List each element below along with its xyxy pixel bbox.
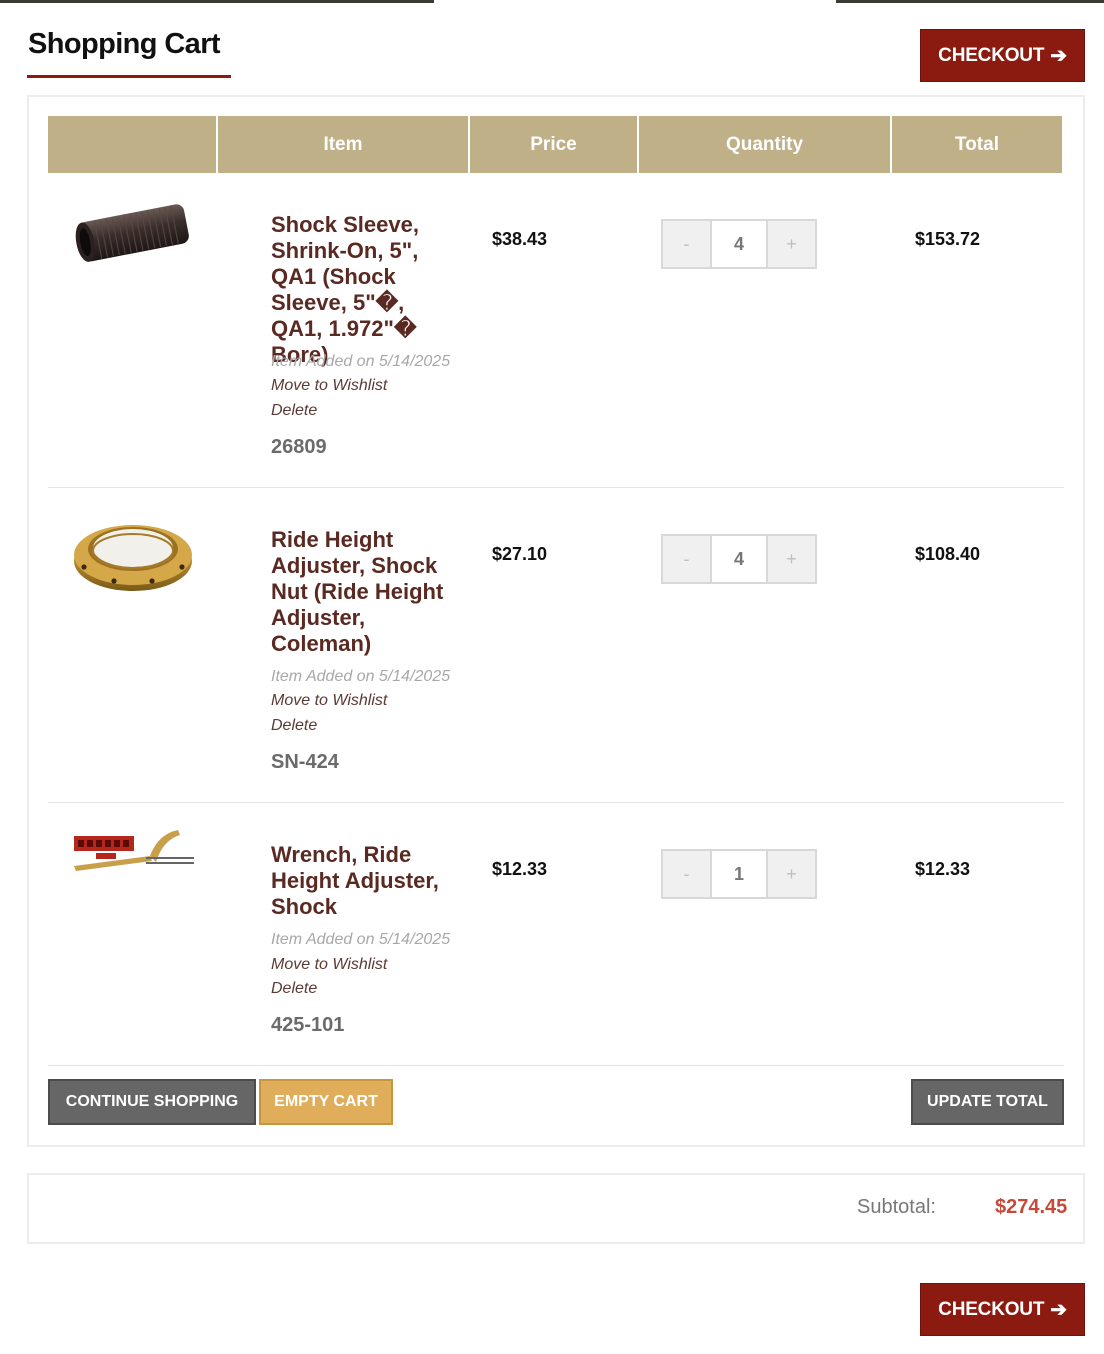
move-to-wishlist-link[interactable]: Move to Wishlist	[271, 377, 387, 395]
increase-quantity-button[interactable]: +	[766, 849, 817, 899]
item-added-date: Item Added on 5/14/2025	[271, 353, 451, 370]
arrow-right-icon: ➔	[1050, 1299, 1067, 1321]
decrease-quantity-button[interactable]: -	[661, 219, 712, 269]
continue-shopping-button[interactable]: CONTINUE SHOPPING	[48, 1079, 256, 1125]
shock-nut-icon	[74, 525, 192, 591]
quantity-stepper: - 1 +	[661, 849, 819, 899]
top-border-right	[836, 0, 1104, 3]
item-added-date: Item Added on 5/14/2025	[271, 668, 451, 685]
spanner-wrench-icon	[74, 830, 194, 871]
move-to-wishlist-link[interactable]: Move to Wishlist	[271, 956, 387, 974]
item-price: $27.10	[492, 544, 548, 564]
checkout-button-bottom[interactable]: CHECKOUT ➔	[920, 1283, 1085, 1336]
row-divider	[48, 487, 1064, 488]
item-sku: SN-424	[271, 751, 339, 773]
checkout-label: CHECKOUT	[938, 1298, 1045, 1320]
item-name-link[interactable]: Shock Sleeve, Shrink-On, 5", QA1 (Shock …	[271, 212, 461, 368]
decrease-quantity-button[interactable]: -	[661, 849, 712, 899]
column-header-item: Item	[218, 116, 468, 173]
item-sku: 425-101	[271, 1014, 345, 1036]
decrease-quantity-button[interactable]: -	[661, 534, 712, 584]
shock-sleeve-icon	[75, 204, 189, 262]
quantity-stepper: - 4 +	[661, 534, 819, 584]
column-header-total: Total	[892, 116, 1062, 173]
cart-row: Ride Height Adjuster, Shock Nut (Ride He…	[48, 511, 1064, 801]
title-underline	[27, 75, 231, 78]
delete-item-link[interactable]: Delete	[271, 980, 317, 998]
quantity-input[interactable]: 4	[712, 219, 766, 269]
row-divider	[48, 802, 1064, 803]
item-total: $12.33	[915, 859, 971, 879]
column-header-quantity: Quantity	[639, 116, 890, 173]
increase-quantity-button[interactable]: +	[766, 534, 817, 584]
delete-item-link[interactable]: Delete	[271, 717, 317, 735]
item-sku: 26809	[271, 436, 327, 458]
increase-quantity-button[interactable]: +	[766, 219, 817, 269]
item-total: $108.40	[915, 544, 981, 564]
column-header-price: Price	[470, 116, 637, 173]
subtotal-label: Subtotal:	[857, 1196, 936, 1218]
move-to-wishlist-link[interactable]: Move to Wishlist	[271, 692, 387, 710]
delete-item-link[interactable]: Delete	[271, 402, 317, 420]
checkout-button-top[interactable]: CHECKOUT ➔	[920, 29, 1085, 82]
item-price: $12.33	[492, 859, 548, 879]
column-header-image	[48, 116, 216, 173]
quantity-stepper: - 4 +	[661, 219, 819, 269]
item-total: $153.72	[915, 229, 981, 249]
top-border-left	[0, 0, 434, 3]
quantity-input[interactable]: 1	[712, 849, 766, 899]
empty-cart-button[interactable]: EMPTY CART	[259, 1079, 393, 1125]
update-total-button[interactable]: UPDATE TOTAL	[911, 1079, 1064, 1125]
subtotal-value: $274.45	[995, 1196, 1068, 1218]
row-divider	[48, 1065, 1064, 1066]
quantity-input[interactable]: 4	[712, 534, 766, 584]
page-title: Shopping Cart	[28, 28, 221, 60]
checkout-label: CHECKOUT	[938, 44, 1045, 66]
item-price: $38.43	[492, 229, 548, 249]
cart-table-header: Item Price Quantity Total	[48, 116, 1062, 173]
item-name-link[interactable]: Wrench, Ride Height Adjuster, Shock	[271, 842, 461, 920]
item-name-link[interactable]: Ride Height Adjuster, Shock Nut (Ride He…	[271, 527, 461, 657]
cart-row: Wrench, Ride Height Adjuster, Shock Item…	[48, 826, 1064, 1064]
item-added-date: Item Added on 5/14/2025	[271, 931, 451, 948]
arrow-right-icon: ➔	[1050, 45, 1067, 67]
cart-row: Shock Sleeve, Shrink-On, 5", QA1 (Shock …	[48, 196, 1064, 486]
